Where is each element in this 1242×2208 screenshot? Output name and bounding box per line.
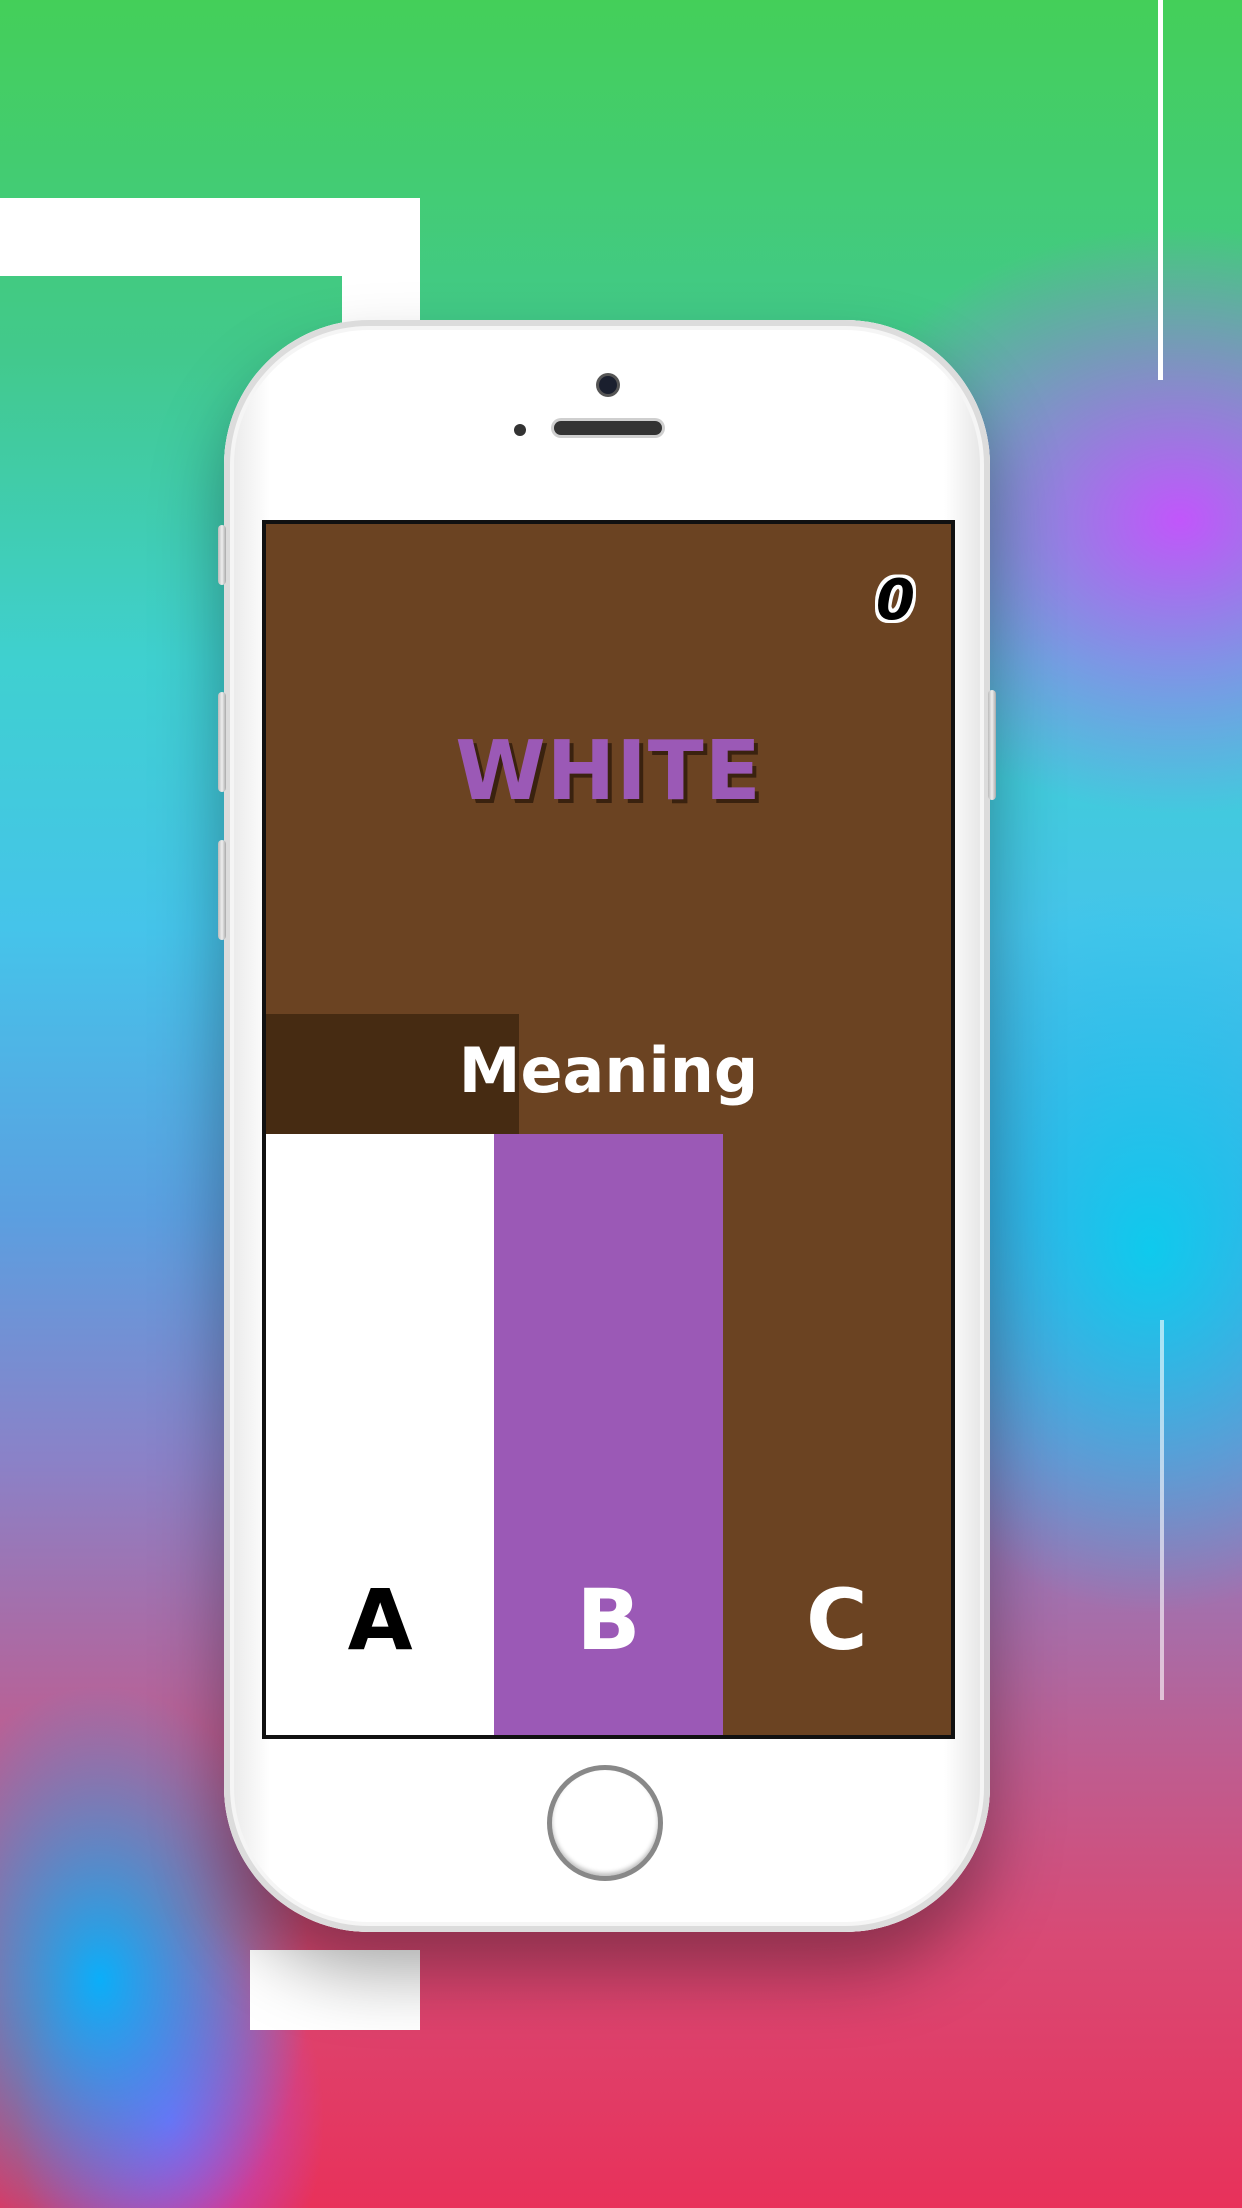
answer-label-b: B	[576, 1571, 641, 1669]
answer-label-a: A	[347, 1571, 413, 1669]
score-counter: 0	[876, 568, 915, 633]
proximity-sensor	[514, 424, 526, 436]
phone-volume-down-button	[218, 840, 226, 940]
answer-label-c: C	[805, 1571, 868, 1669]
phone-power-button	[988, 690, 996, 800]
home-button[interactable]	[547, 1765, 663, 1881]
decor-line-mid-right	[1160, 1320, 1164, 1700]
game-screen: 0 WHITE Meaning A B C	[262, 520, 955, 1739]
answer-options: A B C	[266, 1134, 951, 1735]
decor-line-top-right	[1158, 0, 1163, 380]
answer-button-a[interactable]: A	[266, 1134, 495, 1735]
answer-button-c[interactable]: C	[722, 1134, 951, 1735]
decor-frame-bottom	[250, 1950, 420, 2030]
front-camera	[599, 376, 617, 394]
earpiece-speaker	[554, 421, 662, 435]
answer-button-b[interactable]: B	[494, 1134, 723, 1735]
mode-label: Meaning	[458, 1034, 759, 1107]
phone-volume-up-button	[218, 692, 226, 792]
phone-mute-switch	[218, 525, 226, 585]
color-word: WHITE	[455, 724, 762, 819]
